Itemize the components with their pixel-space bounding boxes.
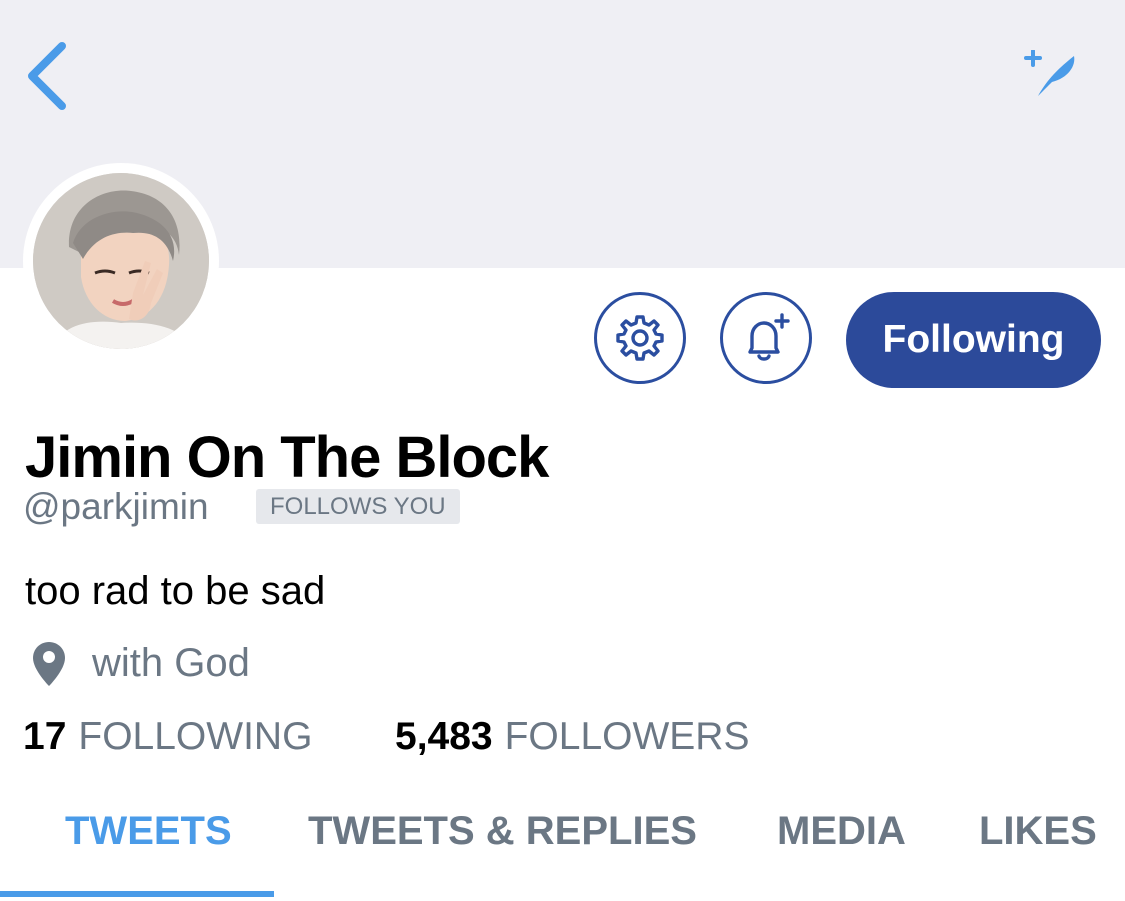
followers-stat[interactable]: 5,483 FOLLOWERS — [395, 713, 749, 761]
following-stat[interactable]: 17 FOLLOWING — [23, 713, 312, 761]
tab-tweets-and-replies[interactable]: TWEETS & REPLIES — [308, 804, 697, 858]
avatar[interactable] — [33, 173, 209, 349]
chevron-left-icon — [28, 42, 66, 110]
followers-label: FOLLOWERS — [504, 715, 750, 758]
following-button[interactable]: Following — [846, 292, 1101, 388]
tab-media[interactable]: MEDIA — [777, 804, 906, 858]
tab-tweets[interactable]: TWEETS — [65, 804, 232, 858]
map-pin-icon — [33, 642, 65, 686]
tab-likes[interactable]: LIKES — [979, 804, 1097, 858]
following-label: FOLLOWING — [78, 715, 313, 758]
profile-display-name: Jimin On The Block — [25, 425, 549, 490]
active-tab-indicator — [0, 891, 274, 897]
profile-bio: too rad to be sad — [25, 569, 326, 613]
following-count: 17 — [23, 715, 67, 758]
profile-handle: @parkjimin — [23, 486, 209, 527]
profile-photo — [33, 173, 209, 349]
compose-tweet-button[interactable] — [1018, 49, 1082, 102]
follows-you-badge: FOLLOWS YOU — [256, 489, 460, 524]
compose-feather-icon — [1024, 49, 1075, 96]
back-button[interactable] — [22, 40, 72, 112]
profile-settings-button[interactable] — [594, 292, 686, 384]
bell-plus-icon — [748, 313, 790, 361]
gear-icon — [616, 315, 664, 361]
notifications-button[interactable] — [720, 292, 812, 384]
followers-count: 5,483 — [395, 715, 493, 758]
profile-location: with God — [92, 641, 250, 685]
